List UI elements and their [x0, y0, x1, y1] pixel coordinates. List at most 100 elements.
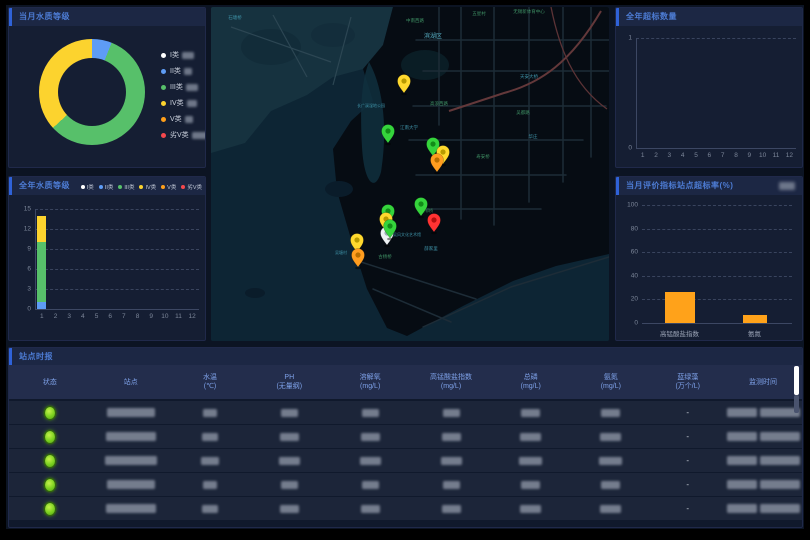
cell-dissolved_oxygen: [329, 481, 411, 489]
y-tick-label: 6: [27, 266, 31, 273]
x-tick-label: 12: [786, 152, 793, 159]
table-header-row: 状态站点水温(℃)PH(无量纲)溶解氧(mg/L)高锰酸盐指数(mg/L)总磷(…: [9, 365, 802, 399]
cell-status: [9, 407, 91, 419]
table-scrollbar-track[interactable]: [794, 395, 799, 413]
water_temp-value-redacted: [203, 409, 217, 417]
map-pin-icon[interactable]: [354, 237, 359, 242]
cell-station: [91, 408, 171, 417]
nh3n-value-redacted: [600, 433, 621, 441]
time-value-redacted: [727, 456, 757, 465]
gridline: [35, 229, 199, 230]
ph-value-redacted: [280, 433, 299, 441]
cell-dissolved_oxygen: [329, 457, 411, 465]
station-value-redacted: [105, 456, 157, 465]
map-place-label: 五星村: [472, 10, 486, 16]
x-tick-label: 6: [108, 313, 112, 320]
cell-ph: [249, 433, 329, 441]
dissolved_oxygen-value-redacted: [360, 457, 381, 465]
status-ok-icon: [45, 479, 55, 491]
dissolved_oxygen-value-redacted: [361, 505, 380, 513]
cell-algae: -: [651, 504, 724, 513]
ph-value-redacted: [281, 481, 298, 489]
cell-ph: [249, 481, 329, 489]
cell-algae: -: [651, 432, 724, 441]
cell-time: [724, 480, 802, 489]
map-pin-icon[interactable]: [418, 201, 423, 206]
legend-value-redacted: [184, 68, 192, 75]
ph-value-redacted: [279, 457, 300, 465]
map-pin-icon[interactable]: [401, 78, 406, 83]
legend-item-II类[interactable]: II类: [161, 66, 206, 76]
cell-codmn: [411, 433, 491, 441]
legend-item-劣V类[interactable]: 劣V类: [161, 130, 206, 140]
x-tick-label: 8: [734, 152, 738, 159]
map-island: [245, 288, 265, 298]
column-header-监测时间: 监测时间: [724, 378, 802, 387]
y-tick-label: 15: [24, 206, 31, 213]
legend-item-I类[interactable]: I类: [161, 50, 206, 60]
legend-item-V类[interactable]: V类: [161, 114, 206, 124]
map-place-label: 无锡新体育中心: [513, 8, 545, 15]
time-value-redacted: [727, 408, 757, 417]
table-row[interactable]: -: [9, 425, 802, 448]
year-quality-chart: 03691215123456789101112: [9, 177, 205, 340]
x-tick-label: 6: [708, 152, 712, 159]
map-pin-icon[interactable]: [387, 223, 392, 228]
legend-value-redacted: [187, 100, 197, 107]
legend-dot-icon: [161, 53, 166, 58]
time-value-redacted: [727, 504, 757, 513]
x-category-label: 氨氮: [748, 328, 761, 338]
legend-item-III类[interactable]: III类: [161, 82, 206, 92]
table-scrollbar-thumb[interactable]: [794, 366, 799, 395]
map-place-label: 滨湖区: [424, 32, 442, 40]
map-place-label: 高浪西路: [430, 100, 448, 107]
cell-nh3n: [570, 433, 651, 441]
map-pin-icon[interactable]: [355, 252, 360, 257]
map-canvas[interactable]: 石塘桥无锡新体育中心中南西路滨湖区五星村高浪西路江南大学吴都路寿安桥华庄长广溪湿…: [211, 7, 609, 341]
dashboard: 当月水质等级 I类II类III类IV类V类劣V类 全年水质等级 I类II类III…: [0, 0, 810, 540]
cell-dissolved_oxygen: [329, 505, 411, 513]
map-pin-icon[interactable]: [385, 128, 390, 133]
x-tick-label: 4: [681, 152, 685, 159]
x-tick-label: 7: [122, 313, 126, 320]
table-row[interactable]: -: [9, 401, 802, 424]
status-ok-icon: [45, 455, 55, 467]
map-pin-icon[interactable]: [440, 149, 445, 154]
algae-value: -: [686, 432, 689, 441]
x-tick-label: 11: [773, 152, 780, 159]
map-place-label: 薛家里: [424, 245, 438, 252]
map-pin-icon[interactable]: [431, 217, 436, 222]
map[interactable]: 石塘桥无锡新体育中心中南西路滨湖区五星村高浪西路江南大学吴都路寿安桥华庄长广溪湿…: [211, 7, 609, 341]
gridline: [642, 276, 792, 277]
cell-water_temp: [171, 505, 250, 513]
table-row[interactable]: -: [9, 449, 802, 472]
total_p-value-redacted: [521, 481, 540, 489]
cell-total_p: [491, 409, 570, 417]
codmn-value-redacted: [442, 505, 461, 513]
map-pin-icon[interactable]: [430, 141, 435, 146]
map-place-label: 江南大学: [400, 124, 418, 131]
total_p-value-redacted: [519, 457, 542, 465]
panel-month-quality-title: 当月水质等级: [9, 8, 205, 26]
cell-dissolved_oxygen: [329, 409, 411, 417]
station-value-redacted: [106, 432, 156, 441]
cell-dissolved_oxygen: [329, 433, 411, 441]
rate-bar-高锰酸盐指数: [665, 292, 695, 323]
cell-time: [724, 408, 802, 417]
cell-algae: -: [651, 480, 724, 489]
cell-water_temp: [171, 481, 250, 489]
nh3n-value-redacted: [600, 505, 621, 513]
map-water-inlet: [241, 29, 301, 65]
ph-value-redacted: [281, 409, 298, 417]
algae-value: -: [686, 504, 689, 513]
rate-bar-氨氮: [743, 315, 767, 323]
table-row[interactable]: -: [9, 497, 802, 520]
cell-nh3n: [570, 505, 651, 513]
gridline: [35, 209, 199, 210]
nh3n-value-redacted: [599, 457, 622, 465]
cell-water_temp: [171, 457, 250, 465]
table-row[interactable]: -: [9, 473, 802, 496]
legend-item-IV类[interactable]: IV类: [161, 98, 206, 108]
map-pin-icon[interactable]: [434, 157, 439, 162]
month-quality-legend: I类 II类 III类 IV类 V类劣V类: [161, 50, 206, 146]
